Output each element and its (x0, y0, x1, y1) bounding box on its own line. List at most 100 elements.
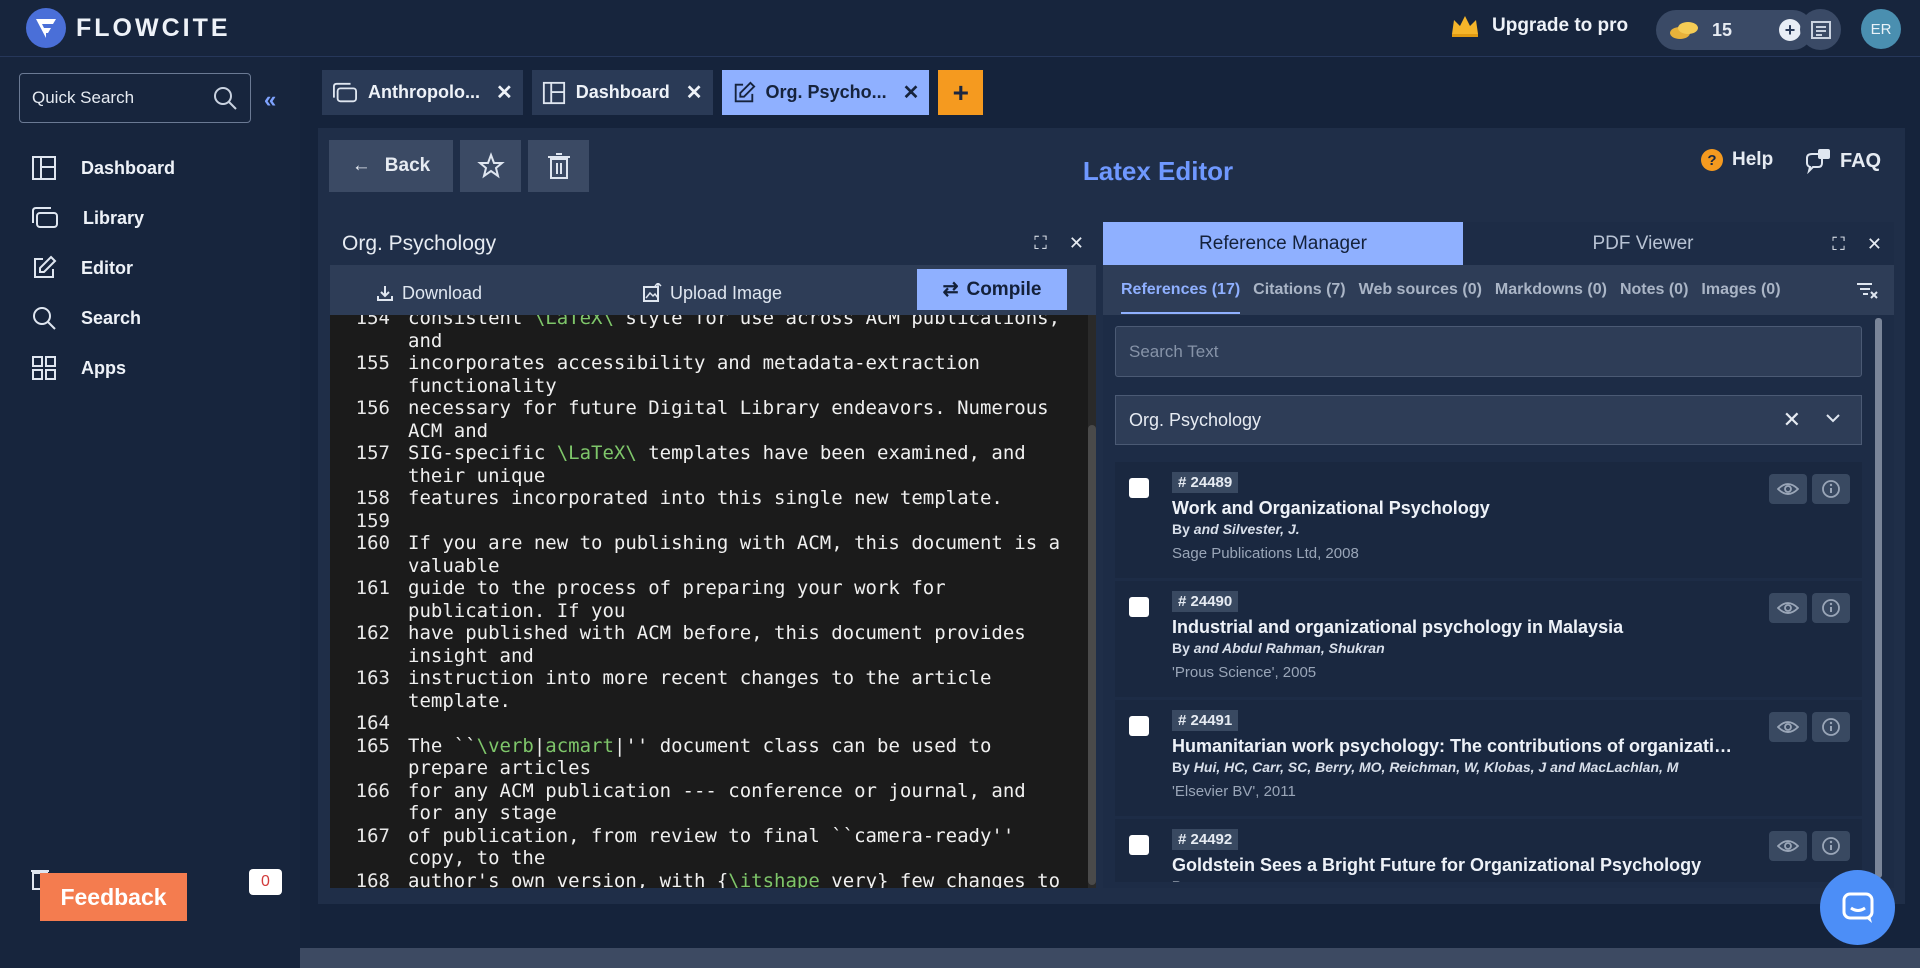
close-icon[interactable]: ✕ (686, 80, 703, 105)
code-line[interactable]: 163 instruction into more recent changes … (330, 667, 1084, 712)
reference-title[interactable]: Goldstein Sees a Bright Future for Organ… (1172, 855, 1742, 876)
code-line[interactable]: 168 author's own version, with {\itshape … (330, 870, 1084, 889)
credits-pill[interactable]: 15 + (1656, 10, 1813, 50)
line-text: guide to the process of preparing your w… (390, 577, 1070, 622)
preview-button[interactable] (1769, 593, 1807, 623)
tab-org-psychology[interactable]: Org. Psycho... ✕ (721, 70, 930, 115)
close-icon[interactable]: ✕ (496, 80, 513, 105)
favorite-button[interactable] (460, 140, 521, 192)
info-button[interactable] (1812, 593, 1850, 623)
line-number: 161 (355, 577, 390, 599)
help-button[interactable]: ? Help (1700, 148, 1773, 172)
reference-authors: By (1172, 878, 1862, 882)
sidebar-item-editor[interactable]: Editor (0, 243, 300, 293)
tab-dashboard[interactable]: Dashboard ✕ (531, 70, 713, 115)
feedback-button[interactable]: Feedback (40, 873, 187, 921)
reference-authors: By Hui, HC, Carr, SC, Berry, MO, Reichma… (1172, 759, 1862, 775)
chat-support-button[interactable] (1820, 870, 1895, 945)
info-button[interactable] (1812, 831, 1850, 861)
logo[interactable]: FLOWCITE (26, 8, 231, 48)
chevron-down-icon[interactable] (1823, 408, 1843, 428)
tab-anthropology[interactable]: Anthropolo... ✕ (322, 70, 523, 115)
code-line[interactable]: 159 (330, 510, 1084, 533)
reference-checkbox[interactable] (1129, 835, 1149, 855)
code-area[interactable]: 154 consistent \LaTeX\ style for use acro… (330, 315, 1096, 888)
code-line[interactable]: 162 have published with ACM before, this … (330, 622, 1084, 667)
code-line[interactable]: 165 The ``\verb|acmart|'' document class … (330, 735, 1084, 780)
close-icon[interactable]: ✕ (903, 80, 920, 105)
info-button[interactable] (1812, 474, 1850, 504)
scroll-thumb[interactable] (300, 948, 1920, 968)
collapse-sidebar-icon[interactable]: « (264, 87, 276, 113)
reference-item[interactable]: # 24492 Goldstein Sees a Bright Future fo… (1115, 819, 1862, 882)
subtab-markdowns[interactable]: Markdowns (0) (1495, 281, 1607, 299)
sidebar-item-apps[interactable]: Apps (0, 343, 300, 393)
reference-title[interactable]: Humanitarian work psychology: The contri… (1172, 736, 1742, 757)
subtab-citations[interactable]: Citations (7) (1253, 281, 1345, 299)
quick-search-input[interactable]: Quick Search (19, 73, 251, 123)
faq-button[interactable]: FAQ (1804, 148, 1881, 174)
code-line[interactable]: 166 for any ACM publication --- conferenc… (330, 780, 1084, 825)
subtab-images[interactable]: Images (0) (1701, 281, 1780, 299)
faq-label: FAQ (1840, 149, 1882, 172)
line-number: 168 (355, 869, 390, 889)
compile-button[interactable]: ⇄ Compile (917, 269, 1067, 310)
preview-button[interactable] (1769, 831, 1807, 861)
subtab-web-sources[interactable]: Web sources (0) (1359, 281, 1482, 299)
avatar[interactable]: ER (1861, 9, 1901, 49)
reference-item[interactable]: # 24490 Industrial and organizational psy… (1115, 581, 1862, 697)
close-icon[interactable]: ✕ (1867, 234, 1882, 255)
code-line[interactable]: 167 of publication, from review to final … (330, 825, 1084, 870)
preview-button[interactable] (1769, 712, 1807, 742)
back-button[interactable]: ← Back (329, 140, 453, 192)
subtab-notes[interactable]: Notes (0) (1620, 281, 1688, 299)
upload-image-button[interactable]: Upload Image (642, 275, 782, 311)
horizontal-scrollbar[interactable] (300, 948, 1920, 968)
code-line[interactable]: 157 SIG-specific \LaTeX\ templates have b… (330, 442, 1084, 487)
reference-checkbox[interactable] (1129, 597, 1149, 617)
sidebar-item-search[interactable]: Search (0, 293, 300, 343)
eye-icon (1777, 721, 1799, 733)
newspaper-button[interactable] (1800, 9, 1841, 50)
delete-button[interactable] (528, 140, 589, 192)
filter-icon[interactable] (1856, 280, 1878, 300)
clear-icon[interactable]: ✕ (1783, 407, 1801, 433)
code-line[interactable]: 155 incorporates accessibility and metada… (330, 352, 1084, 397)
code-line[interactable]: 158 features incorporated into this singl… (330, 487, 1084, 510)
expand-icon[interactable]: ⛶ (1832, 234, 1845, 255)
sidebar-item-library[interactable]: Library (0, 193, 300, 243)
reference-title[interactable]: Industrial and organizational psychology… (1172, 617, 1742, 638)
line-number: 158 (355, 487, 390, 509)
tab-pdf-viewer[interactable]: PDF Viewer (1463, 222, 1823, 265)
collection-select[interactable]: Org. Psychology ✕ (1115, 395, 1862, 445)
text-segment: necessary for future Digital Library end… (408, 397, 1061, 442)
add-credits-icon[interactable]: + (1779, 19, 1801, 41)
brand-name: FLOWCITE (76, 13, 231, 42)
code-scrollbar[interactable] (1088, 315, 1096, 888)
code-line[interactable]: 154 consistent \LaTeX\ style for use acro… (330, 315, 1084, 352)
subtab-references[interactable]: References (17) (1121, 281, 1241, 314)
upgrade-button[interactable]: Upgrade to pro (1450, 14, 1628, 38)
tab-reference-manager[interactable]: Reference Manager (1103, 222, 1463, 265)
close-icon[interactable]: ✕ (1069, 233, 1084, 254)
expand-icon[interactable]: ⛶ (1034, 233, 1047, 254)
code-line[interactable]: 164 (330, 712, 1084, 735)
reference-item[interactable]: # 24489 Work and Organizational Psycholog… (1115, 462, 1862, 578)
reference-title[interactable]: Work and Organizational Psychology (1172, 498, 1742, 519)
reference-checkbox[interactable] (1129, 478, 1149, 498)
info-button[interactable] (1812, 712, 1850, 742)
download-button[interactable]: Download (376, 275, 482, 311)
sidebar-item-dashboard[interactable]: Dashboard (0, 143, 300, 193)
reference-search-input[interactable]: Search Text (1115, 326, 1862, 377)
reference-scrollbar[interactable] (1875, 318, 1882, 878)
trash-icon (547, 153, 570, 179)
preview-button[interactable] (1769, 474, 1807, 504)
code-line[interactable]: 160 If you are new to publishing with ACM… (330, 532, 1084, 577)
code-line[interactable]: 161 guide to the process of preparing you… (330, 577, 1084, 622)
scroll-thumb[interactable] (1088, 425, 1096, 885)
add-tab-button[interactable]: + (938, 70, 984, 115)
reference-authors: By and Abdul Rahman, Shukran (1172, 640, 1862, 656)
reference-checkbox[interactable] (1129, 716, 1149, 736)
code-line[interactable]: 156 necessary for future Digital Library … (330, 397, 1084, 442)
reference-item[interactable]: # 24491 Humanitarian work psychology: The… (1115, 700, 1862, 816)
